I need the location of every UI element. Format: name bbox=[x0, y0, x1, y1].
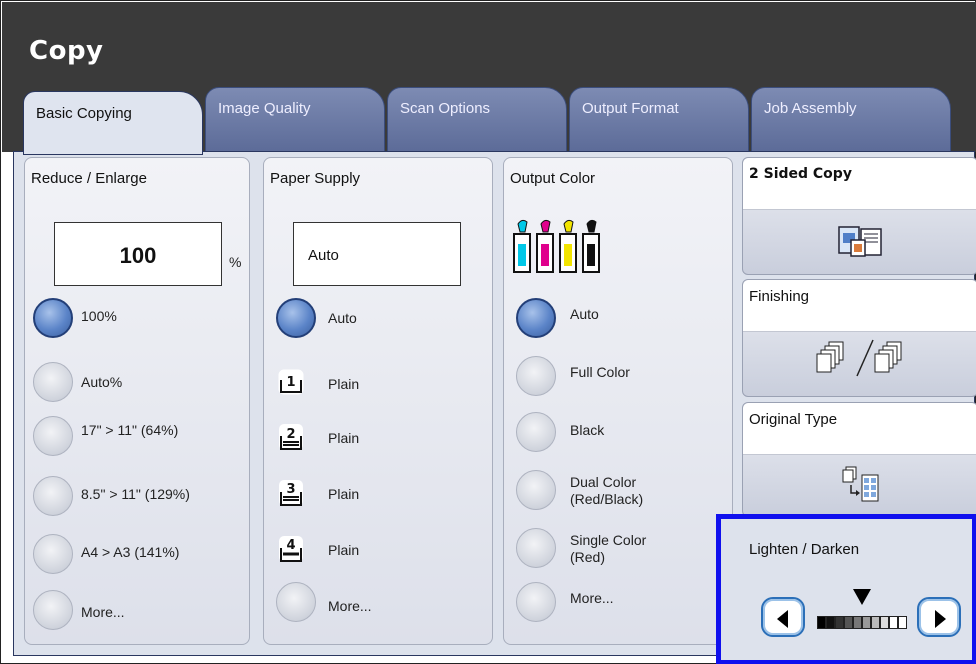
option-label: Auto bbox=[328, 310, 357, 326]
paper-supply-panel: Paper Supply Auto Auto 1 Plain 2 Plain 3… bbox=[263, 157, 493, 645]
radio-17-to-11[interactable] bbox=[33, 416, 73, 456]
tray-1-icon[interactable]: 1 bbox=[278, 366, 304, 396]
output-color-panel: Output Color Auto Full Color Black Dual … bbox=[503, 157, 733, 645]
feature-head: Finishing bbox=[743, 280, 976, 332]
radio-a4-to-a3[interactable] bbox=[33, 534, 73, 574]
radio-black[interactable] bbox=[516, 412, 556, 452]
feature-title: 2 Sided Copy bbox=[749, 166, 852, 182]
percent-unit: % bbox=[229, 254, 242, 270]
tab-basic-copying[interactable]: Basic Copying bbox=[23, 91, 203, 155]
tray-4-icon[interactable]: 4 bbox=[278, 534, 304, 564]
tab-label: Basic Copying bbox=[36, 105, 132, 122]
option-label: More... bbox=[81, 604, 125, 620]
reduce-enlarge-panel: Reduce / Enlarge 100 % 100% Auto% 17" > … bbox=[24, 157, 250, 645]
original-type-button[interactable]: Original Type bbox=[742, 402, 976, 517]
svg-text:1: 1 bbox=[286, 375, 295, 390]
tab-image-quality[interactable]: Image Quality bbox=[205, 87, 385, 153]
option-label: 17" > 11" (64%) bbox=[81, 422, 179, 438]
svg-text:3: 3 bbox=[286, 482, 295, 497]
darkness-scale-cell bbox=[862, 616, 871, 629]
radio-full-color[interactable] bbox=[516, 356, 556, 396]
darkness-scale-cell bbox=[889, 616, 898, 629]
svg-text:4: 4 bbox=[286, 538, 295, 553]
radio-8-5-to-11[interactable] bbox=[33, 476, 73, 516]
option-label: Single Color (Red) bbox=[570, 532, 647, 565]
feature-title: Original Type bbox=[749, 411, 838, 428]
option-label: 8.5" > 11" (129%) bbox=[81, 486, 190, 502]
tray-2-icon[interactable]: 2 bbox=[278, 422, 304, 452]
radio-color-more[interactable] bbox=[516, 582, 556, 622]
tab-job-assembly[interactable]: Job Assembly bbox=[751, 87, 951, 153]
radio-auto-percent[interactable] bbox=[33, 362, 73, 402]
darkness-scale-cell bbox=[817, 616, 826, 629]
finishing-button[interactable]: Finishing bbox=[742, 279, 976, 397]
tab-output-format[interactable]: Output Format bbox=[569, 87, 749, 153]
radio-more-reduce[interactable] bbox=[33, 590, 73, 630]
option-label: A4 > A3 (141%) bbox=[81, 544, 180, 560]
lighten-darken-control: Lighten / Darken bbox=[716, 514, 976, 664]
app-window: Copy Basic Copying Image Quality Scan Op… bbox=[0, 0, 976, 664]
radio-dual-color[interactable] bbox=[516, 470, 556, 510]
right-arrow-icon bbox=[935, 610, 946, 628]
original-type-icon bbox=[842, 466, 879, 502]
tray-3-icon[interactable]: 3 bbox=[278, 478, 304, 508]
reduce-enlarge-value-field[interactable]: 100 bbox=[54, 222, 222, 286]
lighten-button[interactable] bbox=[761, 597, 805, 637]
tab-label: Output Format bbox=[582, 100, 679, 117]
radio-paper-auto[interactable] bbox=[276, 298, 316, 338]
option-label: Plain bbox=[328, 542, 360, 558]
darkness-scale-cell bbox=[826, 616, 835, 629]
option-label: More... bbox=[328, 598, 372, 614]
two-sided-copy-icon bbox=[838, 226, 882, 257]
toner-bottle-icon bbox=[513, 219, 531, 273]
darkness-pointer-icon bbox=[853, 589, 871, 605]
radio-color-auto[interactable] bbox=[516, 298, 556, 338]
svg-text:2: 2 bbox=[286, 427, 295, 442]
panel-title: Output Color bbox=[510, 170, 596, 187]
finishing-collate-icon bbox=[816, 339, 902, 377]
panel-title: Reduce / Enlarge bbox=[31, 170, 147, 187]
option-label: 100% bbox=[81, 308, 117, 324]
tab-scan-options[interactable]: Scan Options bbox=[387, 87, 567, 153]
feature-head: Original Type bbox=[743, 403, 976, 455]
tab-label: Scan Options bbox=[400, 100, 491, 117]
option-label: Auto% bbox=[81, 374, 123, 390]
option-label: Plain bbox=[328, 430, 360, 446]
toner-bottle-icon bbox=[536, 219, 554, 273]
panel-title: Paper Supply bbox=[270, 170, 361, 187]
toner-bottles-icon bbox=[513, 219, 600, 273]
option-label: Black bbox=[570, 422, 605, 438]
option-label: Full Color bbox=[570, 364, 630, 380]
left-arrow-icon bbox=[777, 610, 788, 628]
feature-title: Finishing bbox=[749, 288, 810, 305]
darkness-scale-cell bbox=[871, 616, 880, 629]
option-label: Auto bbox=[570, 306, 599, 322]
tab-label: Job Assembly bbox=[764, 100, 857, 117]
paper-supply-value: Auto bbox=[308, 247, 339, 264]
zoom-value: 100 bbox=[119, 243, 157, 268]
darkness-scale-cell bbox=[880, 616, 889, 629]
radio-100-percent[interactable] bbox=[33, 298, 73, 338]
lighten-darken-label: Lighten / Darken bbox=[749, 541, 860, 558]
radio-paper-more[interactable] bbox=[276, 582, 316, 622]
option-label: More... bbox=[570, 590, 614, 606]
darkness-scale-cell bbox=[898, 616, 907, 629]
toner-bottle-icon bbox=[559, 219, 577, 273]
darkness-scale-cell bbox=[844, 616, 853, 629]
toner-bottle-icon bbox=[582, 219, 600, 273]
option-label: Dual Color (Red/Black) bbox=[570, 474, 644, 507]
darkness-scale-cell bbox=[835, 616, 844, 629]
feature-head: 2 Sided Copy bbox=[743, 158, 976, 210]
option-label: Plain bbox=[328, 376, 360, 392]
paper-supply-value-field[interactable]: Auto bbox=[293, 222, 461, 286]
option-label: Plain bbox=[328, 486, 360, 502]
darkness-scale-cell bbox=[853, 616, 862, 629]
radio-single-color[interactable] bbox=[516, 528, 556, 568]
darken-button[interactable] bbox=[917, 597, 961, 637]
two-sided-copy-button[interactable]: 2 Sided Copy bbox=[742, 157, 976, 275]
page-title: Copy bbox=[29, 36, 104, 66]
tab-label: Image Quality bbox=[218, 100, 311, 117]
